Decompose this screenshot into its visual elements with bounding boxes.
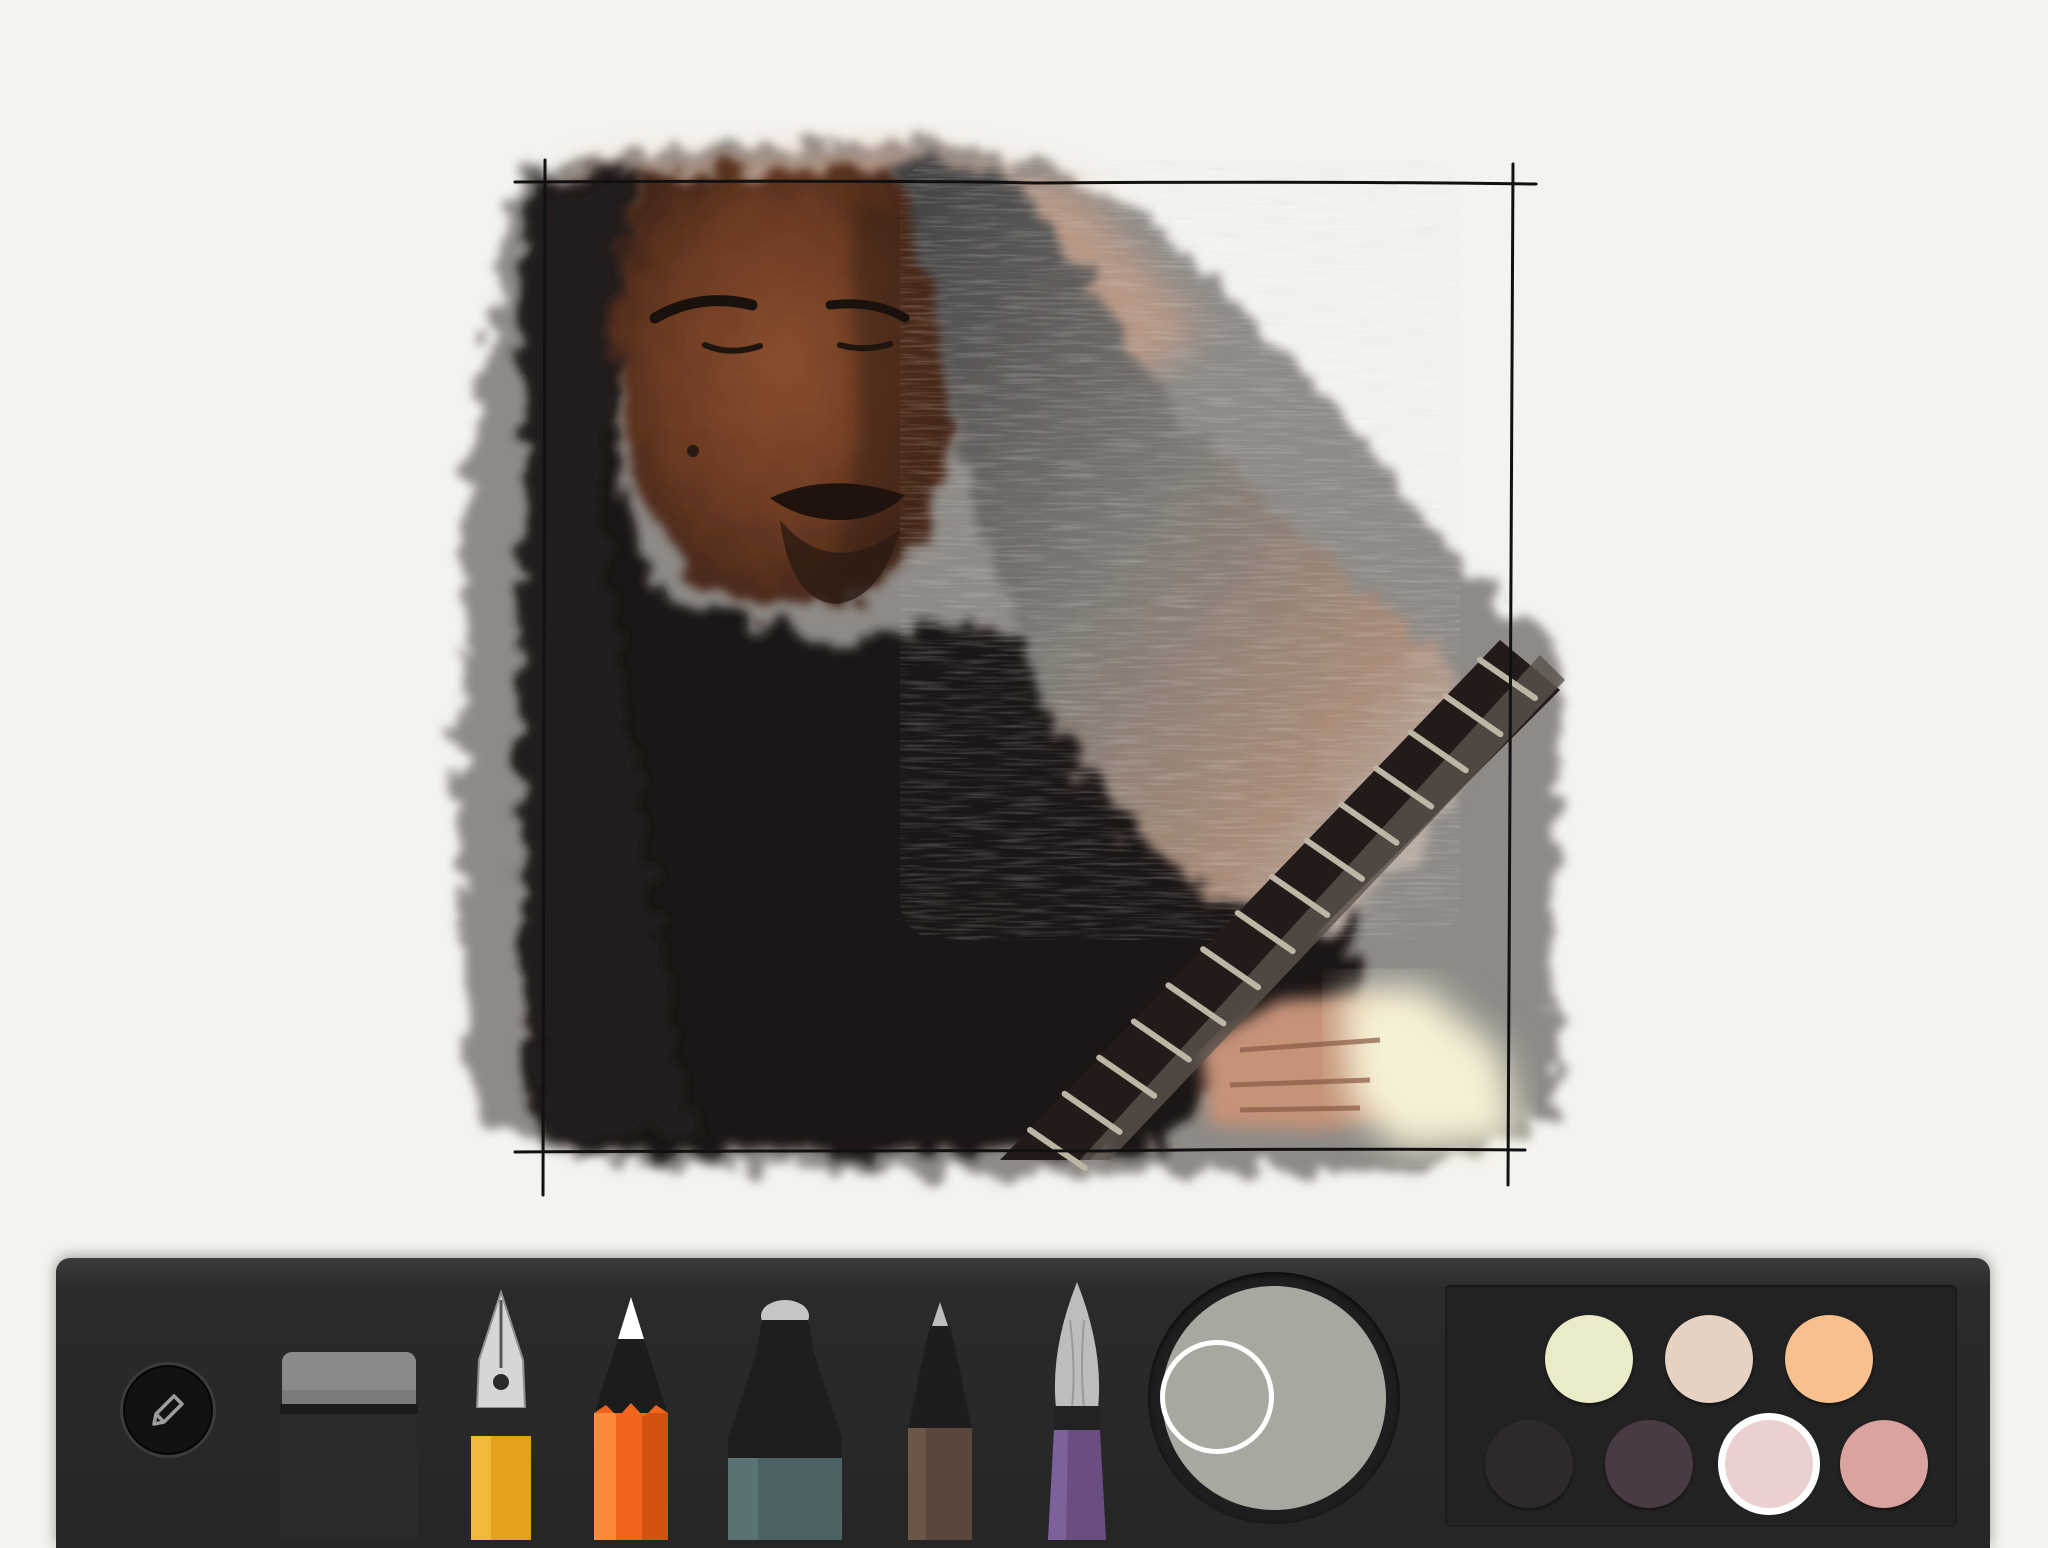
brush-tool[interactable] — [1040, 1280, 1114, 1540]
color-swatch[interactable] — [1545, 1315, 1633, 1403]
pencil-tool[interactable] — [588, 1295, 674, 1540]
color-swatch[interactable] — [1485, 1420, 1573, 1508]
watercolor-portrait-drawing — [455, 140, 1565, 1197]
pencil-icon — [152, 1394, 184, 1426]
marker-tool[interactable] — [722, 1298, 848, 1540]
color-swatch[interactable] — [1605, 1420, 1693, 1508]
eraser-tool[interactable] — [278, 1350, 420, 1540]
color-swatch[interactable] — [1840, 1420, 1928, 1508]
tool-menu-button[interactable] — [120, 1362, 216, 1458]
color-swatch[interactable] — [1665, 1315, 1753, 1403]
fineliner-icon — [908, 1326, 972, 1430]
color-picker-ring[interactable] — [1160, 1340, 1274, 1454]
color-swatch[interactable] — [1785, 1315, 1873, 1403]
fountain-pen-tool[interactable] — [463, 1290, 539, 1540]
fineliner-tool[interactable] — [900, 1300, 980, 1540]
brush-icon — [1054, 1282, 1100, 1408]
swatch-palette — [1445, 1285, 1957, 1527]
color-swatch[interactable] — [1725, 1420, 1813, 1508]
color-mixer[interactable] — [1148, 1272, 1400, 1524]
